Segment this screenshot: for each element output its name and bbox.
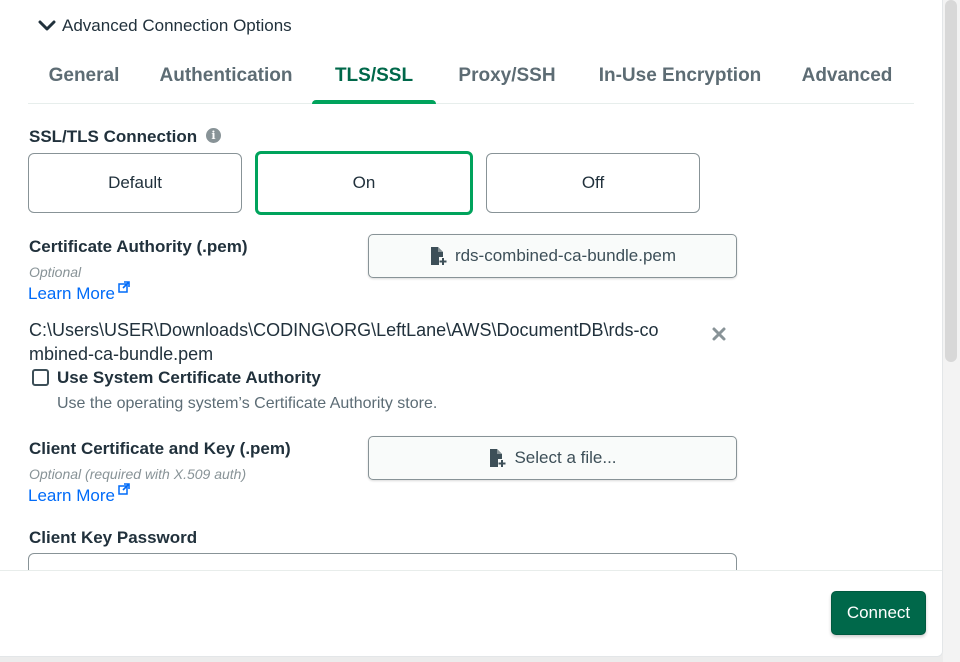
use-system-ca-label[interactable]: Use System Certificate Authority bbox=[57, 368, 321, 388]
ca-optional-hint: Optional bbox=[29, 264, 82, 280]
client-cert-learn-more-link[interactable]: Learn More bbox=[28, 483, 130, 506]
external-link-icon bbox=[118, 281, 130, 293]
client-cert-optional-hint: Optional (required with X.509 auth) bbox=[29, 466, 247, 482]
ca-label: Certificate Authority (.pem) bbox=[29, 237, 248, 256]
form-scroll-area: Advanced Connection Options General Auth… bbox=[0, 0, 942, 570]
client-cert-file-label: Select a file... bbox=[514, 448, 617, 467]
file-add-icon bbox=[490, 449, 506, 467]
tab-authentication[interactable]: Authentication bbox=[150, 60, 302, 103]
ca-learn-more-label: Learn More bbox=[28, 284, 115, 303]
client-cert-file-button[interactable]: Select a file... bbox=[368, 436, 737, 480]
connection-form-panel: Advanced Connection Options General Auth… bbox=[0, 0, 943, 657]
tab-tls-ssl[interactable]: TLS/SSL bbox=[312, 60, 436, 104]
remove-file-icon[interactable] bbox=[710, 325, 728, 343]
ca-file-button[interactable]: rds-combined-ca-bundle.pem bbox=[368, 234, 737, 278]
tab-bar: General Authentication TLS/SSL Proxy/SSH… bbox=[28, 60, 914, 104]
external-link-icon bbox=[118, 483, 130, 495]
info-icon[interactable]: i bbox=[206, 128, 221, 143]
ca-file-path: C:\Users\USER\Downloads\CODING\ORG\LeftL… bbox=[29, 320, 659, 364]
ssl-tls-label: SSL/TLS Connection bbox=[29, 127, 198, 146]
use-system-ca-description: Use the operating system’s Certificate A… bbox=[57, 395, 438, 412]
ca-learn-more-link[interactable]: Learn More bbox=[28, 281, 130, 304]
scrollbar-thumb[interactable] bbox=[945, 0, 957, 362]
tab-in-use-encryption[interactable]: In-Use Encryption bbox=[586, 60, 774, 103]
tab-advanced[interactable]: Advanced bbox=[792, 60, 902, 103]
use-system-ca-checkbox[interactable] bbox=[32, 369, 49, 386]
client-key-password-label: Client Key Password bbox=[29, 528, 198, 547]
ssl-option-default[interactable]: Default bbox=[28, 153, 242, 213]
ca-file-name: rds-combined-ca-bundle.pem bbox=[454, 246, 677, 265]
client-cert-label: Client Certificate and Key (.pem) bbox=[29, 439, 291, 458]
connect-button[interactable]: Connect bbox=[831, 591, 926, 635]
client-cert-learn-more-label: Learn More bbox=[28, 486, 115, 505]
ssl-option-off[interactable]: Off bbox=[486, 153, 700, 213]
file-add-icon bbox=[430, 247, 447, 265]
advanced-options-toggle[interactable]: Advanced Connection Options bbox=[38, 16, 292, 36]
client-key-password-input[interactable] bbox=[28, 553, 737, 570]
tab-general[interactable]: General bbox=[28, 60, 140, 103]
tab-proxy-ssh[interactable]: Proxy/SSH bbox=[446, 60, 568, 103]
form-footer bbox=[0, 570, 942, 656]
ssl-option-on[interactable]: On bbox=[255, 151, 473, 215]
chevron-down-icon bbox=[38, 20, 56, 31]
advanced-options-label: Advanced Connection Options bbox=[62, 16, 292, 35]
